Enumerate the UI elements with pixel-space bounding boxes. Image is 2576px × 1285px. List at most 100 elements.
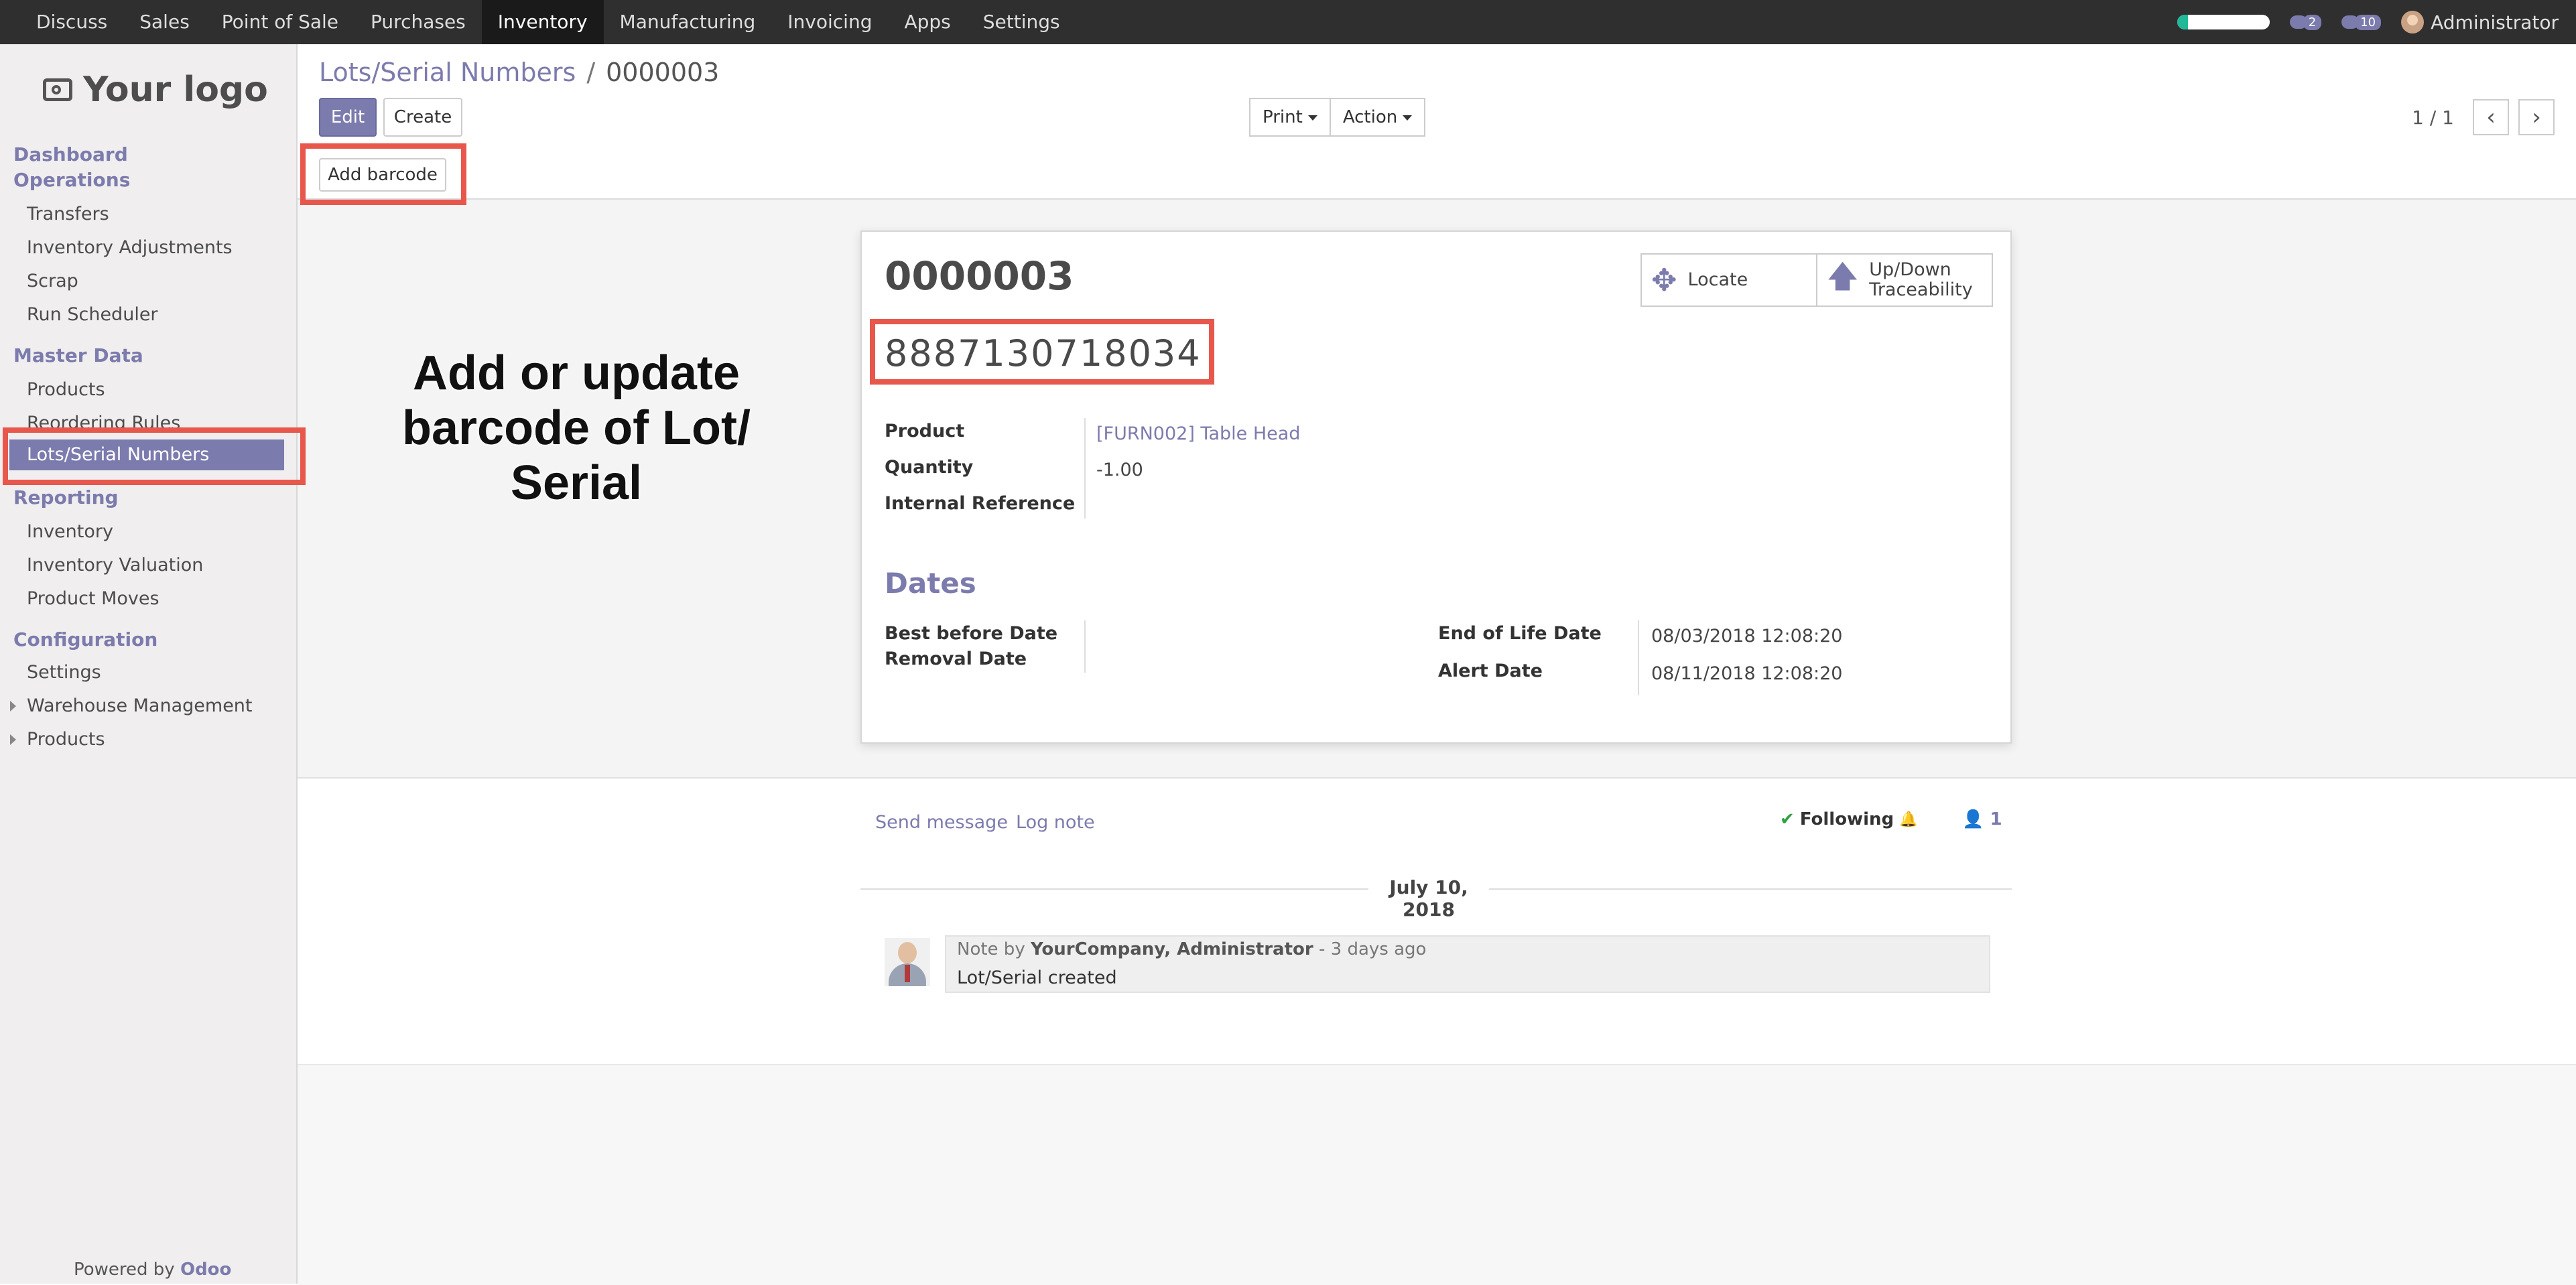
highlight-barcode-value <box>870 319 1214 385</box>
date-separator: July 10, 2018 <box>1368 876 1489 921</box>
annotation-line-3: Serial <box>510 456 643 510</box>
traceability-line-1: Up/Down <box>1869 259 1951 280</box>
send-message-link[interactable]: Send message <box>875 812 1008 833</box>
highlight-lots-serial-numbers <box>3 427 306 485</box>
caret-right-icon[interactable] <box>10 701 16 712</box>
sidebar-item-transfers[interactable]: Transfers <box>27 204 109 224</box>
sidebar-item-inventory-report[interactable]: Inventory <box>27 521 113 542</box>
breadcrumb-current: 0000003 <box>606 58 720 87</box>
page-footer-area <box>298 1064 2576 1285</box>
print-dropdown[interactable]: Print <box>1249 98 1331 137</box>
annotation-line-1: Add or update <box>413 346 740 400</box>
quantity-value: -1.00 <box>1096 460 1143 480</box>
menu-manufacturing[interactable]: Manufacturing <box>604 0 772 44</box>
locate-button[interactable]: ✥ Locate <box>1640 253 1817 307</box>
menu-inventory[interactable]: Inventory <box>481 0 604 44</box>
pager-previous-button[interactable]: ‹ <box>2473 99 2509 135</box>
powered-by-brand[interactable]: Odoo <box>180 1260 231 1280</box>
message-header: Note by YourCompany, Administrator - 3 d… <box>957 939 1426 959</box>
pager-value[interactable]: 1 / 1 <box>2412 107 2454 129</box>
sidebar-item-product-moves[interactable]: Product Moves <box>27 588 159 609</box>
activity-bubble-icon <box>2341 15 2360 29</box>
menu-settings[interactable]: Settings <box>967 0 1076 44</box>
chatter-message: Note by YourCompany, Administrator - 3 d… <box>945 935 1990 993</box>
sidebar-item-inventory-valuation[interactable]: Inventory Valuation <box>27 555 203 576</box>
sidebar-item-scrap[interactable]: Scrap <box>27 271 78 291</box>
product-value[interactable]: [FURN002] Table Head <box>1096 423 1300 444</box>
dates-heading: Dates <box>885 567 976 600</box>
user-name: Administrator <box>2431 11 2559 33</box>
menu-discuss[interactable]: Discuss <box>20 0 123 44</box>
activities-menu[interactable]: 10 <box>2341 14 2382 30</box>
systray-progress-bar[interactable] <box>2177 15 2270 29</box>
create-button[interactable]: Create <box>383 98 462 137</box>
sidebar-item-settings[interactable]: Settings <box>27 662 101 683</box>
check-icon: ✔ <box>1780 809 1795 829</box>
alert-date-label: Alert Date <box>1438 661 1543 681</box>
traceability-line-2: Traceability <box>1869 279 1973 300</box>
systray: 2 10 Administrator <box>2177 0 2559 44</box>
caret-down-icon <box>1307 115 1317 121</box>
menu-point-of-sale[interactable]: Point of Sale <box>206 0 355 44</box>
powered-by-text: Powered by <box>74 1260 175 1280</box>
followers-button[interactable]: 👤 1 <box>1962 809 2002 829</box>
best-before-date-label: Best before Date <box>885 623 1058 644</box>
sidebar-item-products[interactable]: Products <box>27 379 105 400</box>
quantity-label: Quantity <box>885 457 974 478</box>
sidebar-section-master-data: Master Data <box>13 344 143 366</box>
menu-apps[interactable]: Apps <box>888 0 966 44</box>
sidebar-item-inventory-adjustments[interactable]: Inventory Adjustments <box>27 237 233 258</box>
highlight-add-barcode <box>300 143 466 205</box>
author-avatar[interactable] <box>885 938 930 986</box>
sidebar-item-config-products[interactable]: Products <box>27 729 105 750</box>
company-logo[interactable]: Your logo <box>43 70 268 110</box>
sidebar-actions: Print Action <box>1249 98 1426 137</box>
sidebar-item-warehouse-management[interactable]: Warehouse Management <box>27 695 253 716</box>
removal-date-label: Removal Date <box>885 649 1027 669</box>
messages-menu[interactable]: 2 <box>2289 14 2322 30</box>
edit-button[interactable]: Edit <box>319 98 377 137</box>
top-navbar: Discuss Sales Point of Sale Purchases In… <box>0 0 2576 44</box>
sidebar-section-dashboard[interactable]: Dashboard <box>13 143 128 165</box>
arrow-up-icon: 🡅 <box>1827 258 1859 294</box>
action-dropdown[interactable]: Action <box>1329 98 1426 137</box>
dates-divider-right <box>1638 620 1639 695</box>
sidebar-item-run-scheduler[interactable]: Run Scheduler <box>27 304 158 325</box>
form-sheet: 0000003 8887130718034 ✥ Locate 🡅 Up/Down… <box>860 230 2012 744</box>
pager: 1 / 1 ‹ › <box>2412 99 2555 135</box>
main-menu: Discuss Sales Point of Sale Purchases In… <box>20 0 1076 44</box>
product-label: Product <box>885 421 965 442</box>
breadcrumb-lots-serial-numbers[interactable]: Lots/Serial Numbers <box>319 58 576 87</box>
message-body: Lot/Serial created <box>957 967 1117 988</box>
internal-reference-label: Internal Reference <box>885 493 1076 514</box>
log-note-link[interactable]: Log note <box>1016 812 1095 833</box>
traceability-button[interactable]: 🡅 Up/Down Traceability <box>1816 253 1993 307</box>
annotation-caption: Add or update barcode of Lot/ Serial <box>375 346 777 511</box>
powered-by: Powered by Odoo <box>74 1260 231 1280</box>
user-icon: 👤 <box>1962 809 1984 829</box>
traceability-label: Up/Down Traceability <box>1869 260 1972 300</box>
end-of-life-date-value: 08/03/2018 12:08:20 <box>1651 626 1843 647</box>
menu-purchases[interactable]: Purchases <box>355 0 482 44</box>
dates-divider-left <box>1084 620 1086 673</box>
alert-date-value: 08/11/2018 12:08:20 <box>1651 663 1843 684</box>
menu-invoicing[interactable]: Invoicing <box>771 0 888 44</box>
message-time: - 3 days ago <box>1318 939 1427 959</box>
sidebar-section-operations: Operations <box>13 169 131 191</box>
sidebar-section-reporting: Reporting <box>13 486 119 509</box>
menu-sales[interactable]: Sales <box>123 0 206 44</box>
message-author[interactable]: YourCompany, Administrator <box>1031 939 1313 959</box>
control-panel: Lots/Serial Numbers / 0000003 Edit Creat… <box>298 44 2576 153</box>
user-menu[interactable]: Administrator <box>2401 11 2559 33</box>
sidebar: Your logo Dashboard Operations Transfers… <box>0 44 298 1284</box>
caret-right-icon[interactable] <box>10 734 16 745</box>
action-label: Action <box>1342 107 1398 127</box>
camera-icon <box>43 78 72 101</box>
form-statusbar: Add barcode <box>298 151 2576 200</box>
activities-badge: 10 <box>2355 14 2382 30</box>
logo-text: Your logo <box>83 70 268 110</box>
following-button[interactable]: ✔ Following 🔔 <box>1780 809 1918 829</box>
pager-next-button[interactable]: › <box>2518 99 2555 135</box>
annotation-line-2: barcode of Lot/ <box>402 401 751 455</box>
message-prefix: Note by <box>957 939 1025 959</box>
